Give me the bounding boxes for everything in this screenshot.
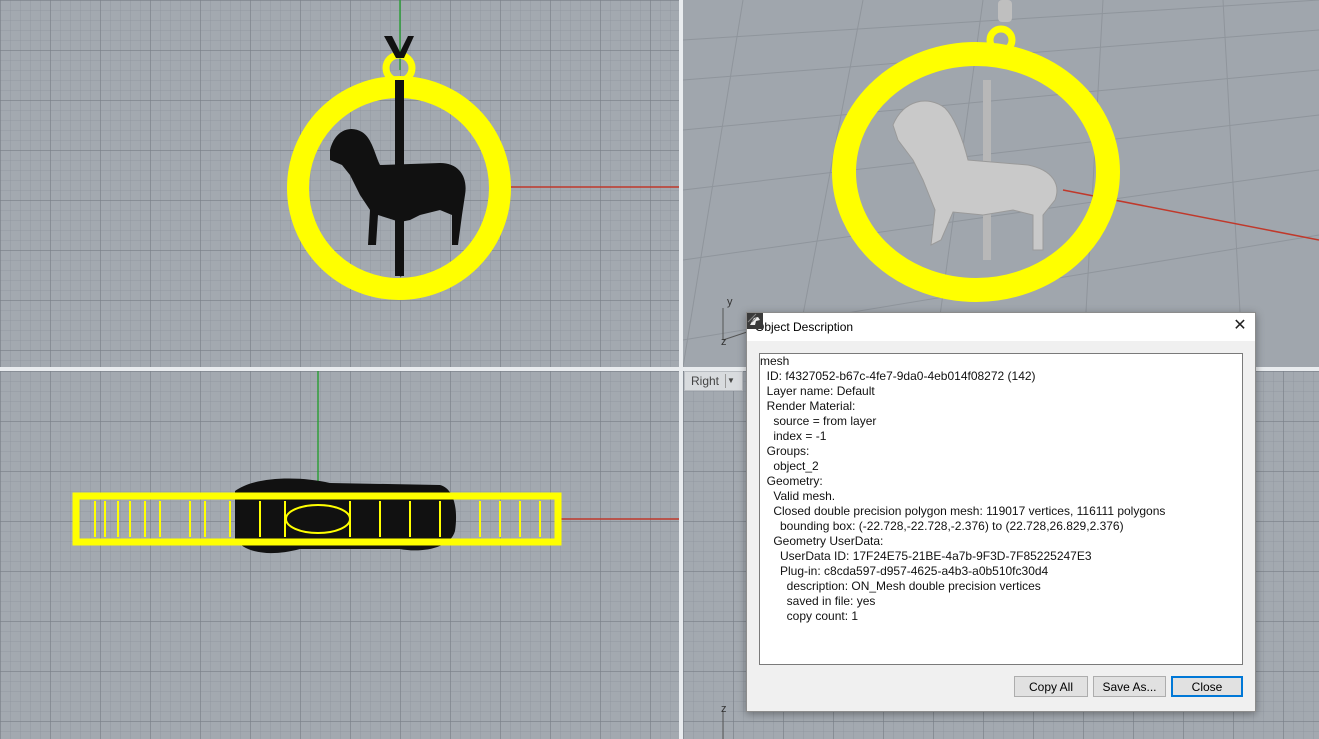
copy-all-button[interactable]: Copy All — [1014, 676, 1088, 697]
text-line: source = from layer — [760, 414, 877, 428]
close-icon[interactable]: ✕ — [1231, 317, 1249, 335]
object-description-dialog: Object Description ✕ mesh ID: f4327052-b… — [746, 312, 1256, 712]
z-axis-label: z — [721, 703, 727, 715]
text-line: Plug-in: c8cda597-d957-4625-a4b3-a0b510f… — [760, 564, 1049, 578]
top-viewport[interactable] — [0, 0, 679, 367]
text-line: Layer name: Default — [760, 384, 875, 398]
close-button[interactable]: Close — [1171, 676, 1243, 697]
text-line: description: ON_Mesh double precision ve… — [760, 579, 1041, 593]
text-line: copy count: 1 — [760, 609, 859, 623]
text-line: saved in file: yes — [760, 594, 876, 608]
y-axis-label: y — [727, 296, 733, 308]
viewport-title-label: Right — [691, 374, 720, 388]
front-view-scene — [72, 371, 679, 554]
description-textbox[interactable]: mesh ID: f4327052-b67c-4fe7-9da0-4eb014f… — [759, 353, 1243, 665]
text-line: mesh — [760, 354, 790, 368]
viewport-title-right[interactable]: Right ▼ — [684, 371, 744, 391]
top-view-scene — [287, 0, 679, 300]
text-line: ID: f4327052-b67c-4fe7-9da0-4eb014f08272… — [760, 369, 1036, 383]
text-line: Groups: — [760, 444, 810, 458]
save-as-button[interactable]: Save As... — [1093, 676, 1166, 697]
chevron-down-icon[interactable]: ▼ — [725, 374, 736, 388]
dialog-title: Object Description — [755, 320, 854, 334]
horse-model — [892, 100, 1058, 251]
resize-grip-icon[interactable] — [747, 313, 757, 323]
text-line: Closed double precision polygon mesh: 11… — [760, 504, 1166, 518]
z-axis-label: z — [721, 336, 727, 348]
text-line: object_2 — [760, 459, 819, 473]
hanger-icon — [998, 0, 1012, 22]
text-line: bounding box: (-22.728,-22.728,-2.376) t… — [760, 519, 1124, 533]
dialog-titlebar[interactable]: Object Description — [747, 313, 1255, 341]
text-line: Render Material: — [760, 399, 856, 413]
hanger-icon — [384, 36, 414, 58]
text-line: UserData ID: 17F24E75-21BE-4a7b-9F3D-7F8… — [760, 549, 1092, 563]
text-line: index = -1 — [760, 429, 827, 443]
text-line: Valid mesh. — [760, 489, 836, 503]
front-viewport[interactable] — [0, 371, 679, 739]
text-line: Geometry UserData: — [760, 534, 884, 548]
text-line: Geometry: — [760, 474, 823, 488]
pendant-bail — [986, 25, 1016, 55]
